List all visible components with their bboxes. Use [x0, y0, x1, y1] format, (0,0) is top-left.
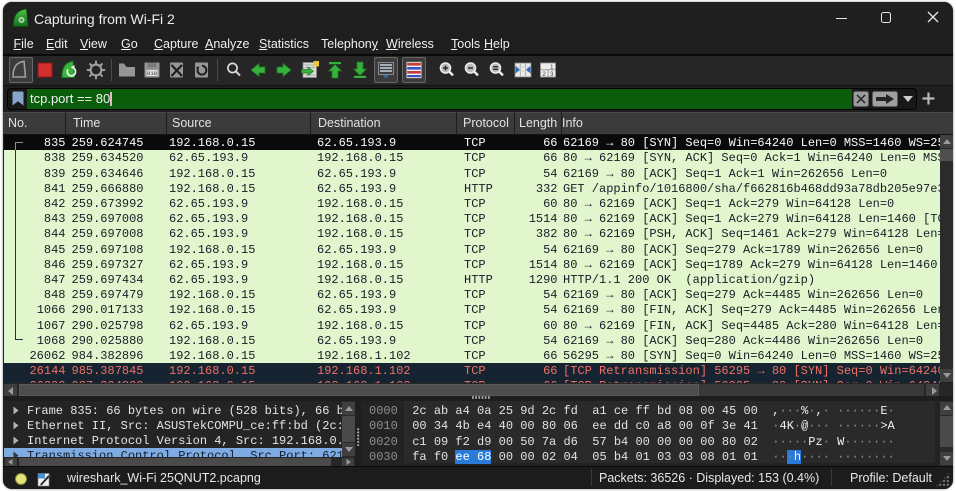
svg-text:010: 010 — [147, 70, 157, 77]
